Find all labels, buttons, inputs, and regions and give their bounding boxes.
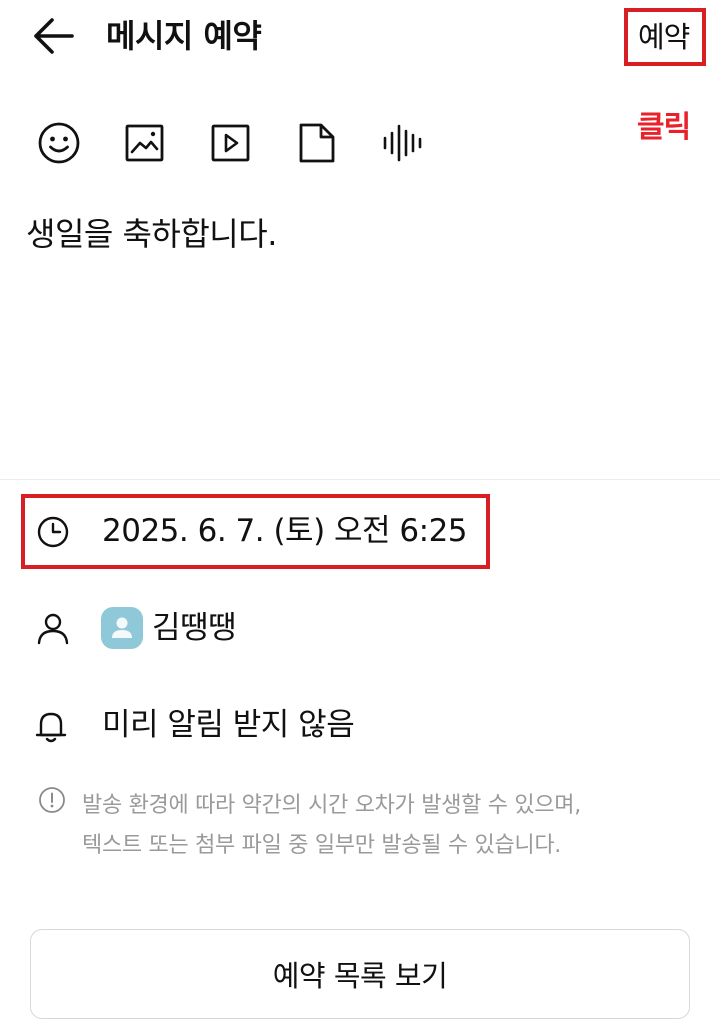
file-button[interactable] — [292, 118, 342, 168]
image-button[interactable] — [120, 118, 170, 168]
emoji-icon — [38, 122, 80, 164]
reserve-highlight-box — [624, 8, 706, 66]
bell-icon-wrap — [33, 708, 69, 744]
page-title: 메시지 예약 — [106, 17, 262, 55]
section-divider — [0, 479, 720, 480]
back-arrow-icon — [34, 18, 74, 54]
message-text-field[interactable]: 생일을 축하합니다. — [26, 212, 277, 256]
click-annotation: 클릭 — [637, 110, 691, 145]
bell-icon — [35, 712, 67, 743]
recipient-name[interactable]: 김땡땡 — [152, 607, 237, 649]
notice-line-2: 텍스트 또는 첨부 파일 중 일부만 발송될 수 있습니다. — [82, 833, 561, 858]
person-icon — [37, 613, 69, 645]
recipient-avatar — [101, 607, 143, 649]
notice-line-1: 발송 환경에 따라 약간의 시간 오차가 발생할 수 있으며, — [82, 793, 581, 818]
video-icon — [211, 124, 250, 162]
notice-text: 발송 환경에 따라 약간의 시간 오차가 발생할 수 있으며, 텍스트 또는 첨… — [82, 786, 581, 866]
avatar-person-icon — [112, 617, 132, 638]
info-icon-wrap — [38, 786, 66, 814]
datetime-highlight-box — [21, 494, 490, 569]
voice-icon — [383, 124, 422, 162]
back-button[interactable] — [28, 14, 78, 58]
view-schedule-list-label: 예약 목록 보기 — [272, 959, 448, 993]
file-icon — [299, 123, 335, 163]
person-icon-wrap — [35, 610, 71, 646]
voice-button[interactable] — [378, 118, 428, 168]
video-button[interactable] — [206, 118, 256, 168]
info-icon — [39, 787, 65, 813]
view-schedule-list-button[interactable]: 예약 목록 보기 — [30, 929, 690, 1019]
image-icon — [125, 124, 164, 162]
schedule-message-screen: 메시지 예약 예약 클릭 생일을 축하합니다. 2025. 6. 7. (토) … — [0, 0, 720, 1031]
emoji-button[interactable] — [34, 118, 84, 168]
reminder-label: 미리 알림 받지 않음 — [102, 707, 355, 743]
